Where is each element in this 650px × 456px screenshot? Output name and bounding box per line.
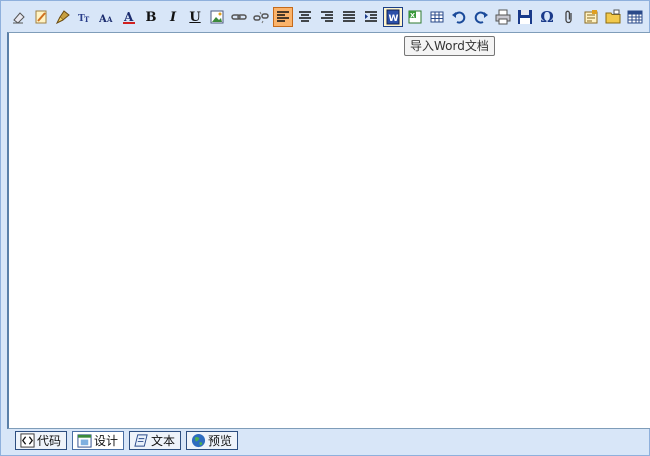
align-right-icon[interactable] xyxy=(317,7,337,27)
svg-text:T: T xyxy=(84,15,90,24)
folder-icon[interactable] xyxy=(603,7,623,27)
tab-preview[interactable]: 预览 xyxy=(186,431,239,450)
undo-icon[interactable] xyxy=(449,7,469,27)
bold-icon[interactable]: B xyxy=(141,7,161,27)
italic-label: I xyxy=(169,9,177,25)
tab-design-label: 设计 xyxy=(94,434,119,448)
tab-design[interactable]: 设计 xyxy=(72,431,125,450)
justify-icon[interactable] xyxy=(339,7,359,27)
globe-icon xyxy=(191,433,206,448)
pencil-icon[interactable] xyxy=(31,7,51,27)
template-icon[interactable] xyxy=(581,7,601,27)
tab-text-label: 文本 xyxy=(151,434,176,448)
grid-icon[interactable] xyxy=(625,7,645,27)
toolbar: TT AA A B I U W X Ω xyxy=(9,4,649,30)
code-icon xyxy=(20,433,35,448)
tab-code-label: 代码 xyxy=(37,434,62,448)
font-size-icon[interactable]: TT xyxy=(75,7,95,27)
attachment-icon[interactable] xyxy=(559,7,579,27)
import-excel-icon[interactable]: X xyxy=(405,7,425,27)
bold-label: B xyxy=(145,9,157,25)
table-icon[interactable] xyxy=(427,7,447,27)
brush-icon[interactable] xyxy=(53,7,73,27)
image-icon[interactable] xyxy=(207,7,227,27)
tab-text[interactable]: 文本 xyxy=(129,431,182,450)
underline-icon[interactable]: U xyxy=(185,7,205,27)
align-left-icon[interactable] xyxy=(273,7,293,27)
redo-icon[interactable] xyxy=(471,7,491,27)
tab-code[interactable]: 代码 xyxy=(15,431,68,450)
svg-text:A: A xyxy=(106,15,113,24)
unlink-icon[interactable] xyxy=(251,7,271,27)
align-center-icon[interactable] xyxy=(295,7,315,27)
font-color-icon[interactable]: A xyxy=(119,7,139,27)
editor-frame: TT AA A B I U W X Ω 导入Word文档 代码 设计 文本 预览 xyxy=(0,0,650,456)
link-icon[interactable] xyxy=(229,7,249,27)
import-word-icon[interactable]: W xyxy=(383,7,403,27)
editor-content-area[interactable] xyxy=(7,32,650,429)
svg-text:W: W xyxy=(389,14,399,24)
design-icon xyxy=(77,434,92,448)
special-char-icon[interactable]: Ω xyxy=(537,7,557,27)
svg-text:A: A xyxy=(99,14,107,25)
tooltip: 导入Word文档 xyxy=(404,36,495,56)
svg-text:X: X xyxy=(410,12,415,20)
font-name-icon[interactable]: AA xyxy=(97,7,117,27)
svg-text:A: A xyxy=(123,10,134,24)
text-icon xyxy=(134,434,148,447)
omega-label: Ω xyxy=(540,8,554,26)
tab-preview-label: 预览 xyxy=(208,434,233,448)
eraser-icon[interactable] xyxy=(9,7,29,27)
indent-icon[interactable] xyxy=(361,7,381,27)
save-icon[interactable] xyxy=(515,7,535,27)
italic-icon[interactable]: I xyxy=(163,7,183,27)
mode-tabs: 代码 设计 文本 预览 xyxy=(15,431,239,451)
print-icon[interactable] xyxy=(493,7,513,27)
underline-label: U xyxy=(189,9,201,25)
